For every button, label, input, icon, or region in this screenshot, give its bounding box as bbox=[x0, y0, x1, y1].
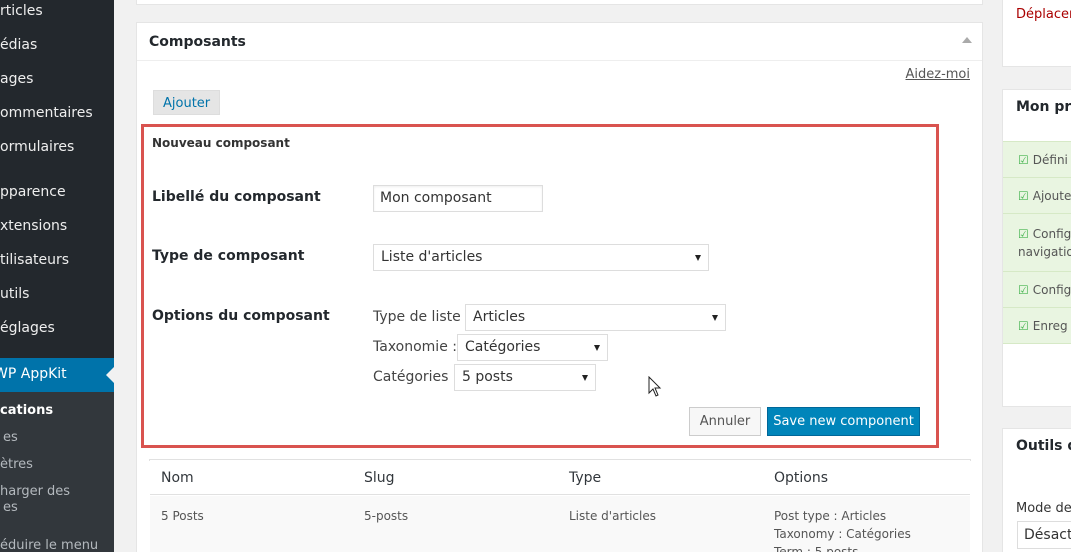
table-row[interactable]: 5 Posts 5-posts Liste d'articles Post ty… bbox=[150, 496, 970, 552]
save-new-component-button[interactable]: Save new component bbox=[767, 407, 920, 436]
component-label-input[interactable]: Mon composant bbox=[373, 185, 543, 212]
mode-select[interactable]: Désacti bbox=[1017, 521, 1071, 549]
submenu: cations es ètres harger des es éduire le… bbox=[0, 392, 114, 552]
help-link[interactable]: Aidez-moi bbox=[906, 67, 971, 82]
option-post-type: Post type : Articles bbox=[774, 509, 887, 523]
column-header-name[interactable]: Nom bbox=[161, 470, 194, 486]
options-field-label: Options du composant bbox=[152, 308, 330, 324]
label-field-label: Libellé du composant bbox=[152, 189, 321, 205]
chevron-down-icon bbox=[712, 315, 718, 321]
column-header-options[interactable]: Options bbox=[774, 470, 828, 486]
check-icon: ☑ bbox=[1018, 283, 1029, 297]
mouse-cursor-icon bbox=[648, 376, 662, 397]
tools-title: Outils de bbox=[1016, 438, 1071, 454]
collapse-triangle-icon[interactable] bbox=[962, 37, 972, 43]
list-type-label: Type de liste : bbox=[373, 309, 470, 325]
list-type-select[interactable]: Articles bbox=[465, 304, 726, 331]
check-icon: ☑ bbox=[1018, 319, 1029, 333]
chevron-down-icon bbox=[594, 345, 600, 351]
cancel-button[interactable]: Annuler bbox=[689, 407, 761, 436]
panel-header[interactable]: Composants bbox=[137, 23, 982, 61]
chevron-down-icon bbox=[695, 255, 701, 261]
cell-type: Liste d'articles bbox=[569, 509, 656, 523]
panel-title: Composants bbox=[149, 34, 246, 50]
mode-label: Mode de bbox=[1016, 501, 1071, 516]
check-item-add: ☑ Ajoute bbox=[1003, 177, 1071, 213]
add-button[interactable]: Ajouter bbox=[153, 90, 221, 115]
chevron-down-icon bbox=[582, 375, 588, 381]
progress-title: Mon pro bbox=[1016, 99, 1071, 115]
previous-panel bbox=[136, 0, 983, 5]
admin-sidebar: rticles édias ages ommentaires ormulaire… bbox=[0, 0, 114, 552]
check-icon: ☑ bbox=[1018, 189, 1029, 203]
publish-box: Déplacer bbox=[1002, 0, 1071, 67]
option-taxonomy: Taxonomy : Catégories bbox=[774, 527, 911, 541]
submenu-item-add[interactable]: es bbox=[3, 430, 18, 445]
progress-box: Mon pro ☑Défini ☑Ajoute ☑Confignavigatio… bbox=[1002, 89, 1071, 407]
collapse-menu[interactable]: éduire le menu bbox=[0, 538, 98, 552]
components-panel: Composants Aidez-moi Ajouter Nouveau com… bbox=[136, 22, 983, 552]
table-header: Nom Slug Type Options bbox=[150, 460, 970, 495]
active-arrow-icon bbox=[106, 367, 114, 383]
check-icon: ☑ bbox=[1018, 227, 1029, 241]
form-title: Nouveau composant bbox=[152, 136, 290, 150]
submenu-item-parameters[interactable]: ètres bbox=[0, 457, 33, 472]
check-item-config: ☑ Config bbox=[1003, 271, 1071, 307]
option-term: Term : 5 posts bbox=[774, 545, 859, 552]
components-table: Nom Slug Type Options 5 Posts 5-posts Li… bbox=[149, 459, 971, 552]
cell-slug: 5-posts bbox=[364, 509, 409, 523]
check-item-define: ☑ Défini bbox=[1003, 141, 1071, 177]
check-item-save: ☑ Enreg bbox=[1003, 307, 1071, 344]
categories-label: Catégories : bbox=[373, 369, 458, 385]
menu-item-wp-appkit[interactable]: WP AppKit bbox=[0, 358, 114, 392]
move-to-trash-link[interactable]: Déplacer bbox=[1016, 7, 1071, 22]
check-item-config-nav: ☑ Config navigatio bbox=[1003, 213, 1071, 271]
tools-box: Outils de Mode de Désacti bbox=[1002, 428, 1071, 552]
taxonomy-label: Taxonomie : bbox=[373, 339, 457, 355]
taxonomy-select[interactable]: Catégories bbox=[457, 334, 608, 361]
cell-name: 5 Posts bbox=[161, 509, 204, 523]
cell-options: Post type : Articles Taxonomy : Catégori… bbox=[774, 507, 911, 552]
component-type-select[interactable]: Liste d'articles bbox=[373, 244, 709, 271]
column-header-slug[interactable]: Slug bbox=[364, 470, 395, 486]
submenu-item-upload-cont: es bbox=[3, 500, 18, 515]
column-header-type[interactable]: Type bbox=[569, 470, 601, 486]
check-icon: ☑ bbox=[1018, 153, 1029, 167]
submenu-item-applications[interactable]: cations bbox=[0, 403, 53, 418]
categories-select[interactable]: 5 posts bbox=[454, 364, 596, 391]
type-field-label: Type de composant bbox=[152, 248, 305, 264]
new-component-form: Nouveau composant Libellé du composant M… bbox=[141, 124, 939, 448]
submenu-item-upload[interactable]: harger des bbox=[0, 484, 70, 499]
